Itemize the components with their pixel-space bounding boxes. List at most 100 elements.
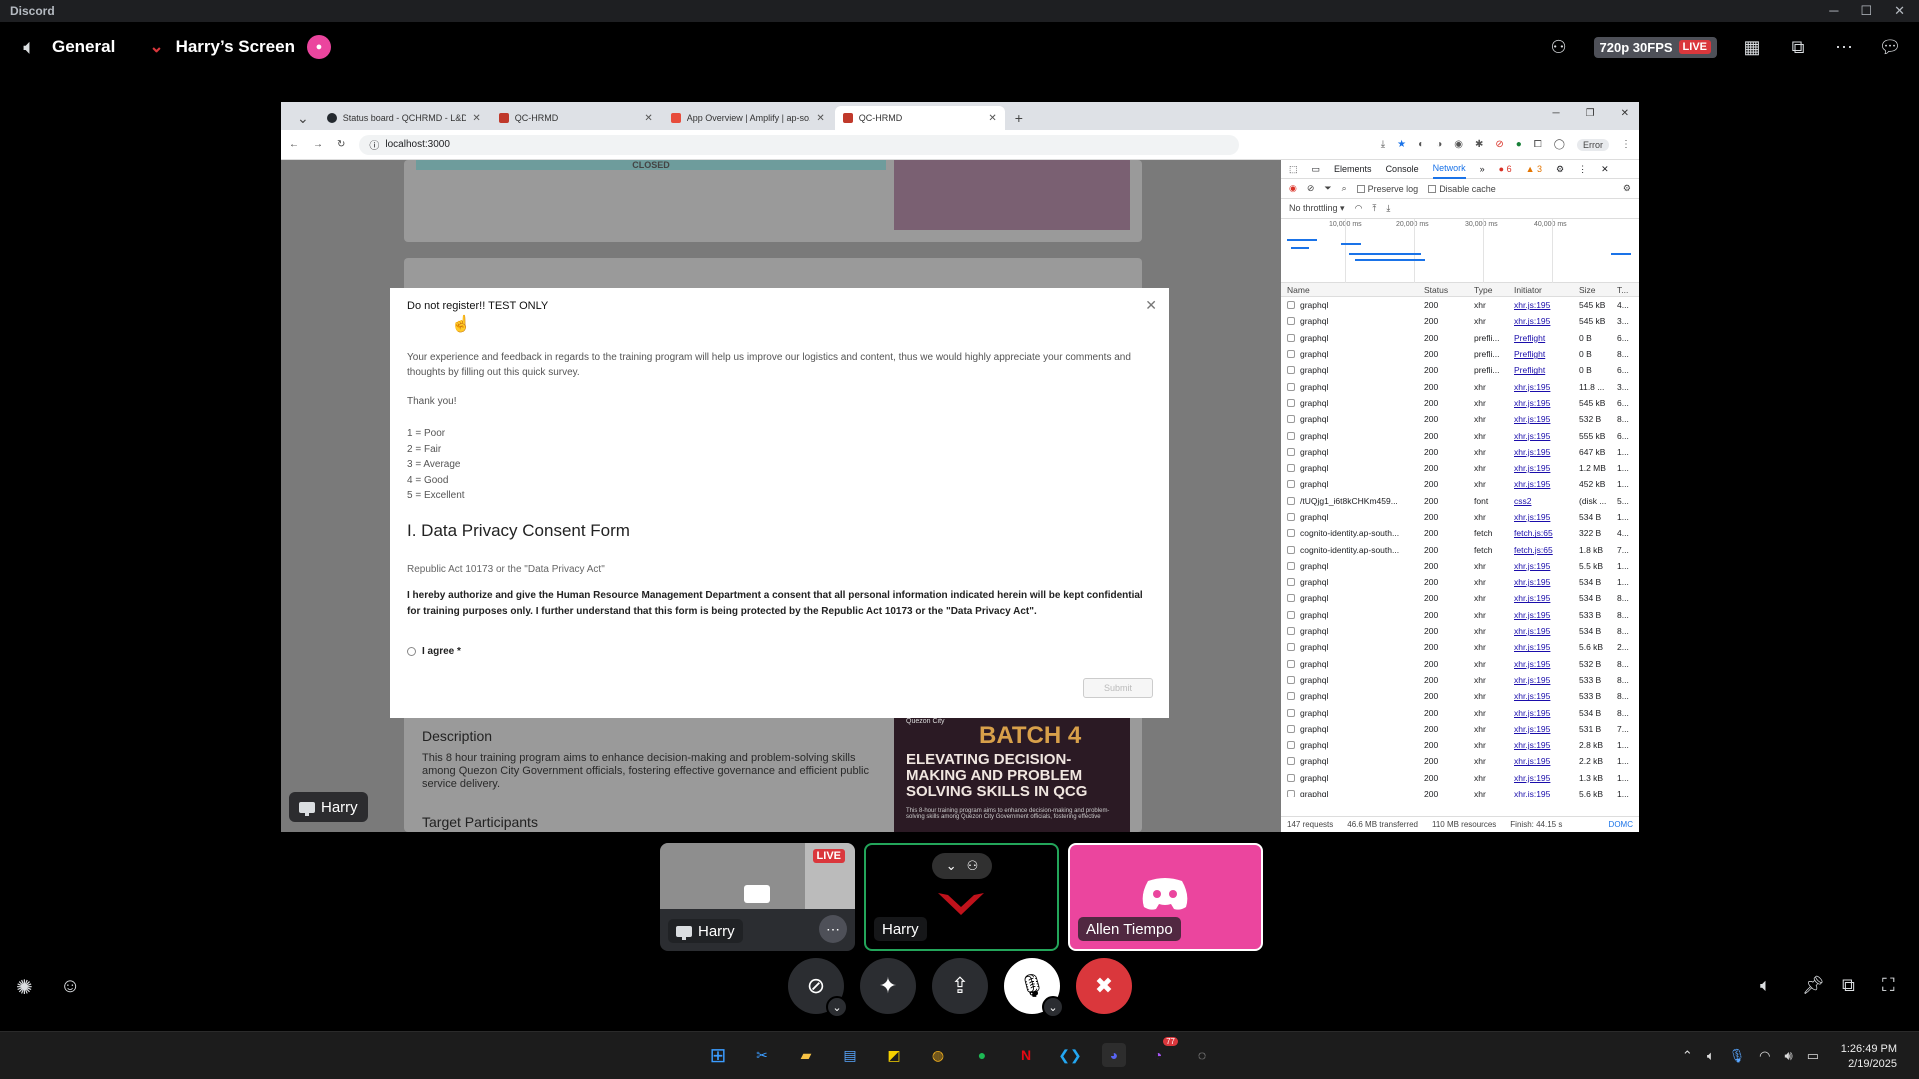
tray-mic-icon[interactable]: 🎙︎ <box>1729 1048 1746 1064</box>
microphone-button[interactable]: 🎙︎ ⌄ <box>1004 958 1064 1018</box>
share-screen-button[interactable]: ⇪ <box>932 958 988 1014</box>
extension-icon[interactable]: ● <box>1516 139 1522 150</box>
network-overview[interactable]: 10,000 ms 20,000 ms 30,000 ms 40,000 ms <box>1281 219 1639 283</box>
notepad-icon[interactable]: ▤ <box>838 1043 862 1067</box>
request-initiator[interactable]: xhr.js:195 <box>1514 773 1579 783</box>
tab-close-icon[interactable]: ✕ <box>988 113 996 124</box>
snipping-tool-icon[interactable]: ✂ <box>750 1043 774 1067</box>
extension-icon[interactable]: ◉ <box>1454 139 1463 150</box>
network-row[interactable]: graphql 200 xhr xhr.js:195 545 kB 6... <box>1281 395 1639 411</box>
tile-more-icon[interactable]: ⋯ <box>819 915 847 943</box>
network-row[interactable]: graphql 200 prefli... Preflight 0 B 8... <box>1281 346 1639 362</box>
chevron-down-icon[interactable]: ⌄ <box>149 37 163 57</box>
modal-close-icon[interactable]: ✕ <box>1145 297 1157 314</box>
network-row[interactable]: graphql 200 xhr xhr.js:195 533 B 8... <box>1281 688 1639 704</box>
col-initiator[interactable]: Initiator <box>1514 285 1579 295</box>
network-row[interactable]: graphql 200 xhr xhr.js:195 1.3 kB 1... <box>1281 770 1639 786</box>
request-initiator[interactable]: xhr.js:195 <box>1514 479 1579 489</box>
network-row[interactable]: graphql 200 xhr xhr.js:195 533 B 8... <box>1281 607 1639 623</box>
bookmark-star-icon[interactable]: ★ <box>1397 139 1406 150</box>
tray-battery-icon[interactable]: ▭ <box>1807 1048 1819 1064</box>
tab-close-icon[interactable]: ✕ <box>472 113 480 124</box>
request-initiator[interactable]: xhr.js:195 <box>1514 463 1579 473</box>
network-row[interactable]: graphql 200 xhr xhr.js:195 11.8 ... 3... <box>1281 378 1639 394</box>
kebab-menu-icon[interactable]: ⋮ <box>1621 139 1631 150</box>
spotify-icon[interactable]: ● <box>970 1043 994 1067</box>
network-row[interactable]: graphql 200 prefli... Preflight 0 B 6... <box>1281 362 1639 378</box>
tray-volume-icon[interactable]: 🔊︎ <box>1785 1048 1793 1064</box>
request-initiator[interactable]: xhr.js:195 <box>1514 593 1579 603</box>
network-row[interactable]: graphql 200 xhr xhr.js:195 532 B 8... <box>1281 656 1639 672</box>
request-initiator[interactable]: xhr.js:195 <box>1514 789 1579 797</box>
tray-overflow-icon[interactable]: ⌃ <box>1682 1048 1693 1064</box>
browser-minimize-icon[interactable]: ─ <box>1553 108 1560 119</box>
network-row[interactable]: graphql 200 xhr xhr.js:195 647 kB 1... <box>1281 444 1639 460</box>
more-options-icon[interactable]: ⋯ <box>1833 36 1855 58</box>
request-initiator[interactable]: Preflight <box>1514 333 1579 343</box>
request-initiator[interactable]: css2 <box>1514 496 1579 506</box>
tab-console[interactable]: Console <box>1386 164 1419 174</box>
back-icon[interactable]: ← <box>289 139 299 150</box>
browser-tab[interactable]: App Overview | Amplify | ap-so... ✕ <box>663 106 833 130</box>
network-row[interactable]: graphql 200 xhr xhr.js:195 5.6 kB 2... <box>1281 639 1639 655</box>
emoji-icon[interactable]: ☺ <box>60 975 80 998</box>
settings-gear-icon[interactable]: ⚙ <box>1556 164 1564 175</box>
export-icon[interactable]: ⤓ <box>1386 203 1390 214</box>
minimize-icon[interactable]: ─ <box>1829 3 1838 19</box>
agree-radio[interactable]: I agree * <box>407 646 461 657</box>
network-row[interactable]: graphql 200 xhr xhr.js:195 534 B 1... <box>1281 509 1639 525</box>
devtools-close-icon[interactable]: ✕ <box>1601 164 1609 175</box>
messenger-icon[interactable]: ◔ 77 <box>1146 1037 1178 1067</box>
error-pill[interactable]: Error <box>1577 138 1609 151</box>
tab-close-icon[interactable]: ✕ <box>644 113 652 124</box>
file-explorer-icon[interactable]: ▰ <box>794 1043 818 1067</box>
preserve-log-checkbox[interactable]: Preserve log <box>1356 184 1418 194</box>
device-toggle-icon[interactable]: ▭ <box>1312 164 1321 175</box>
extension-icon[interactable]: ◑ <box>1436 139 1442 150</box>
wifi-icon[interactable]: ◠ <box>1355 203 1363 214</box>
extension-icon[interactable]: ⊘ <box>1495 139 1503 150</box>
profile-icon[interactable]: ◯ <box>1554 139 1565 150</box>
request-initiator[interactable]: Preflight <box>1514 349 1579 359</box>
request-initiator[interactable]: xhr.js:195 <box>1514 577 1579 587</box>
request-initiator[interactable]: xhr.js:195 <box>1514 512 1579 522</box>
channel-name[interactable]: General <box>52 37 115 57</box>
grid-layout-icon[interactable]: ▦ <box>1741 36 1763 58</box>
chevron-up-icon[interactable]: ⌄ <box>826 996 848 1018</box>
network-row[interactable]: /tUQjg1_i6t8kCHKm459... 200 font css2 (disk … <box>1281 493 1639 509</box>
extension-icon[interactable]: ◐ <box>1418 139 1424 150</box>
submit-button[interactable]: Submit <box>1083 678 1153 698</box>
more-tabs-icon[interactable]: » <box>1480 164 1485 174</box>
participant-tile-harry[interactable]: ⌄ ⚇ Harry <box>864 843 1059 951</box>
request-initiator[interactable]: xhr.js:195 <box>1514 756 1579 766</box>
network-row[interactable]: graphql 200 xhr xhr.js:195 534 B 8... <box>1281 623 1639 639</box>
tray-speaker-icon[interactable]: 🔈︎ <box>1707 1048 1715 1064</box>
col-type[interactable]: Type <box>1474 285 1514 295</box>
network-row[interactable]: graphql 200 prefli... Preflight 0 B 6... <box>1281 330 1639 346</box>
request-initiator[interactable]: xhr.js:195 <box>1514 382 1579 392</box>
chrome-icon[interactable]: ◍ <box>926 1043 950 1067</box>
participant-tile-stream[interactable]: LIVE Harry ⋯ <box>660 843 855 951</box>
network-row[interactable]: graphql 200 xhr xhr.js:195 5.6 kB 1... <box>1281 786 1639 797</box>
maximize-icon[interactable]: ☐ <box>1860 3 1872 19</box>
soundboard-icon[interactable]: ✺ <box>16 975 33 1000</box>
clear-icon[interactable]: ⊘ <box>1307 183 1315 194</box>
close-icon[interactable]: ✕ <box>1894 3 1905 19</box>
network-row[interactable]: graphql 200 xhr xhr.js:195 534 B 8... <box>1281 590 1639 606</box>
request-initiator[interactable]: xhr.js:195 <box>1514 691 1579 701</box>
screen-share-stream[interactable]: ⌄ Status board - QCHRMD - L&D ✕ QC-HRMD … <box>281 102 1639 832</box>
inspect-icon[interactable]: ⬚ <box>1289 164 1298 175</box>
site-info-icon[interactable]: ⓘ <box>369 137 379 152</box>
people-icon[interactable]: ⚇ <box>967 858 979 874</box>
popout-window-icon[interactable]: ⧉ <box>1842 975 1855 996</box>
network-row[interactable]: graphql 200 xhr xhr.js:195 531 B 7... <box>1281 721 1639 737</box>
record-icon[interactable]: ◉ <box>1289 183 1297 194</box>
request-initiator[interactable]: xhr.js:195 <box>1514 659 1579 669</box>
reload-icon[interactable]: ↻ <box>337 139 345 150</box>
network-row[interactable]: graphql 200 xhr xhr.js:195 532 B 8... <box>1281 411 1639 427</box>
throttling-select[interactable]: No throttling ▾ <box>1289 203 1345 214</box>
network-row[interactable]: graphql 200 xhr xhr.js:195 5.5 kB 1... <box>1281 558 1639 574</box>
activities-button[interactable]: ✦ <box>860 958 916 1014</box>
chevron-down-icon[interactable]: ⌄ <box>946 858 957 874</box>
warning-count[interactable]: ▲ 3 <box>1526 164 1542 174</box>
